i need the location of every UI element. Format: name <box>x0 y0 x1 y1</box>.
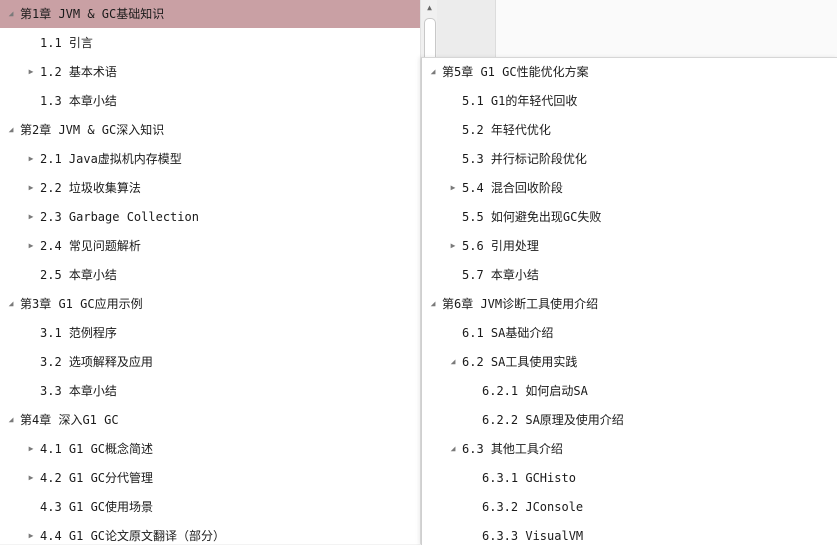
tree-item[interactable]: ▶ 1.2 基本术语 <box>0 58 420 86</box>
tree-item[interactable]: ▶ 5.6 引用处理 <box>422 232 837 260</box>
tree-item[interactable]: 5.1 G1的年轻代回收 <box>422 87 837 115</box>
tree-item-label: 第6章 JVM诊断工具使用介绍 <box>442 297 599 311</box>
tree-item[interactable]: ◢ 第1章 JVM & GC基础知识 <box>0 0 420 28</box>
expanded-arrow-icon[interactable]: ◢ <box>448 348 458 376</box>
collapsed-arrow-icon[interactable]: ▶ <box>448 232 458 260</box>
tree-item-label: 1.3 本章小结 <box>40 94 117 108</box>
tree-item-label: 2.2 垃圾收集算法 <box>40 181 141 195</box>
tree-item[interactable]: 6.3.3 VisualVM <box>422 522 837 545</box>
tree-item[interactable]: ◢ 第2章 JVM & GC深入知识 <box>0 116 420 144</box>
tree-item[interactable]: 6.3.1 GCHisto <box>422 464 837 492</box>
expanded-arrow-icon[interactable]: ◢ <box>428 58 438 86</box>
tree-item[interactable]: 6.3.2 JConsole <box>422 493 837 521</box>
collapsed-arrow-icon[interactable]: ▶ <box>448 174 458 202</box>
expanded-arrow-icon[interactable]: ◢ <box>6 116 16 144</box>
tree-item[interactable]: 6.2.1 如何启动SA <box>422 377 837 405</box>
tree-item[interactable]: 3.3 本章小结 <box>0 377 420 405</box>
expanded-arrow-icon[interactable]: ◢ <box>6 290 16 318</box>
tree-item-label: 6.3.1 GCHisto <box>482 471 576 485</box>
tree-item[interactable]: 2.5 本章小结 <box>0 261 420 289</box>
tree-item[interactable]: ▶ 2.4 常见问题解析 <box>0 232 420 260</box>
tree-item-label: 6.3 其他工具介绍 <box>462 442 563 456</box>
expanded-arrow-icon[interactable]: ◢ <box>428 290 438 318</box>
tree-item[interactable]: ◢ 第6章 JVM诊断工具使用介绍 <box>422 290 837 318</box>
tree-item-label: 5.6 引用处理 <box>462 239 539 253</box>
tree-item-label: 3.1 范例程序 <box>40 326 117 340</box>
collapsed-arrow-icon[interactable]: ▶ <box>26 435 36 463</box>
tree-item-label: 1.2 基本术语 <box>40 65 117 79</box>
collapsed-arrow-icon[interactable]: ▶ <box>26 464 36 492</box>
tree-item-label: 5.4 混合回收阶段 <box>462 181 563 195</box>
tree-item[interactable]: 3.1 范例程序 <box>0 319 420 347</box>
collapsed-arrow-icon[interactable]: ▶ <box>26 58 36 86</box>
tree-item[interactable]: 5.7 本章小结 <box>422 261 837 289</box>
tree-item[interactable]: 1.1 引言 <box>0 29 420 57</box>
collapsed-arrow-icon[interactable]: ▶ <box>26 145 36 173</box>
tree-item-label: 第4章 深入G1 GC <box>20 413 119 427</box>
tree-item[interactable]: ◢ 6.2 SA工具使用实践 <box>422 348 837 376</box>
tree-item[interactable]: 6.1 SA基础介绍 <box>422 319 837 347</box>
tree-item-label: 6.3.2 JConsole <box>482 500 584 514</box>
tree-item-label: 5.3 并行标记阶段优化 <box>462 152 587 166</box>
tree-item-label: 5.1 G1的年轻代回收 <box>462 94 578 108</box>
tree-item-label: 1.1 引言 <box>40 36 93 50</box>
tree-item-label: 2.4 常见问题解析 <box>40 239 141 253</box>
tree-item[interactable]: ▶ 2.1 Java虚拟机内存模型 <box>0 145 420 173</box>
tree-item-label: 4.3 G1 GC使用场景 <box>40 500 154 514</box>
tree-item[interactable]: 5.2 年轻代优化 <box>422 116 837 144</box>
toc-tree-left: ◢ 第1章 JVM & GC基础知识 1.1 引言 ▶ 1.2 基本术语 1.3 本章小结… <box>0 0 420 544</box>
background-area <box>496 0 837 60</box>
tree-item-label: 5.2 年轻代优化 <box>462 123 551 137</box>
tree-item[interactable]: 4.3 G1 GC使用场景 <box>0 493 420 521</box>
tree-item-label: 第5章 G1 GC性能优化方案 <box>442 65 589 79</box>
tree-item-label: 6.3.3 VisualVM <box>482 529 584 543</box>
tree-item-label: 2.5 本章小结 <box>40 268 117 282</box>
tree-item-label: 4.1 G1 GC概念简述 <box>40 442 154 456</box>
tree-item-label: 第3章 G1 GC应用示例 <box>20 297 143 311</box>
tree-item[interactable]: ◢ 6.3 其他工具介绍 <box>422 435 837 463</box>
tree-item[interactable]: 3.2 选项解释及应用 <box>0 348 420 376</box>
tree-item[interactable]: ▶ 5.4 混合回收阶段 <box>422 174 837 202</box>
collapsed-arrow-icon[interactable]: ▶ <box>26 203 36 231</box>
tree-item[interactable]: ▶ 2.3 Garbage Collection <box>0 203 420 231</box>
tree-item-label: 4.2 G1 GC分代管理 <box>40 471 154 485</box>
collapsed-arrow-icon[interactable]: ▶ <box>26 522 36 544</box>
tree-item-label: 6.1 SA基础介绍 <box>462 326 554 340</box>
tree-item[interactable]: 5.3 并行标记阶段优化 <box>422 145 837 173</box>
expanded-arrow-icon[interactable]: ◢ <box>448 435 458 463</box>
tree-item[interactable]: ◢ 第5章 G1 GC性能优化方案 <box>422 58 837 86</box>
expanded-arrow-icon[interactable]: ◢ <box>6 406 16 434</box>
tree-item[interactable]: ▶ 4.1 G1 GC概念简述 <box>0 435 420 463</box>
tree-item[interactable]: ▶ 2.2 垃圾收集算法 <box>0 174 420 202</box>
tree-item-label: 3.2 选项解释及应用 <box>40 355 153 369</box>
tree-item-label: 第2章 JVM & GC深入知识 <box>20 123 165 137</box>
tree-item-label: 第1章 JVM & GC基础知识 <box>20 7 165 21</box>
tree-item[interactable]: 5.5 如何避免出现GC失败 <box>422 203 837 231</box>
toc-tree-right: ◢ 第5章 G1 GC性能优化方案 5.1 G1的年轻代回收 5.2 年轻代优化 5.3… <box>421 57 837 545</box>
tree-item-label: 4.4 G1 GC论文原文翻译（部分） <box>40 529 226 543</box>
tree-item-label: 6.2.1 如何启动SA <box>482 384 588 398</box>
tree-item-label: 5.5 如何避免出现GC失败 <box>462 210 602 224</box>
tree-item[interactable]: ▶ 4.4 G1 GC论文原文翻译（部分） <box>0 522 420 544</box>
tree-item[interactable]: ◢ 第3章 G1 GC应用示例 <box>0 290 420 318</box>
scroll-up-icon[interactable]: ▲ <box>424 2 435 13</box>
tree-item[interactable]: ▶ 4.2 G1 GC分代管理 <box>0 464 420 492</box>
tree-item-label: 2.1 Java虚拟机内存模型 <box>40 152 182 166</box>
tree-item-label: 5.7 本章小结 <box>462 268 539 282</box>
expanded-arrow-icon[interactable]: ◢ <box>6 0 16 28</box>
tree-item-label: 3.3 本章小结 <box>40 384 117 398</box>
tree-item-label: 2.3 Garbage Collection <box>40 210 199 224</box>
tree-item-label: 6.2.2 SA原理及使用介绍 <box>482 413 624 427</box>
tree-item[interactable]: 6.2.2 SA原理及使用介绍 <box>422 406 837 434</box>
collapsed-arrow-icon[interactable]: ▶ <box>26 232 36 260</box>
tree-item[interactable]: ◢ 第4章 深入G1 GC <box>0 406 420 434</box>
collapsed-arrow-icon[interactable]: ▶ <box>26 174 36 202</box>
tree-item-label: 6.2 SA工具使用实践 <box>462 355 578 369</box>
tree-item[interactable]: 1.3 本章小结 <box>0 87 420 115</box>
